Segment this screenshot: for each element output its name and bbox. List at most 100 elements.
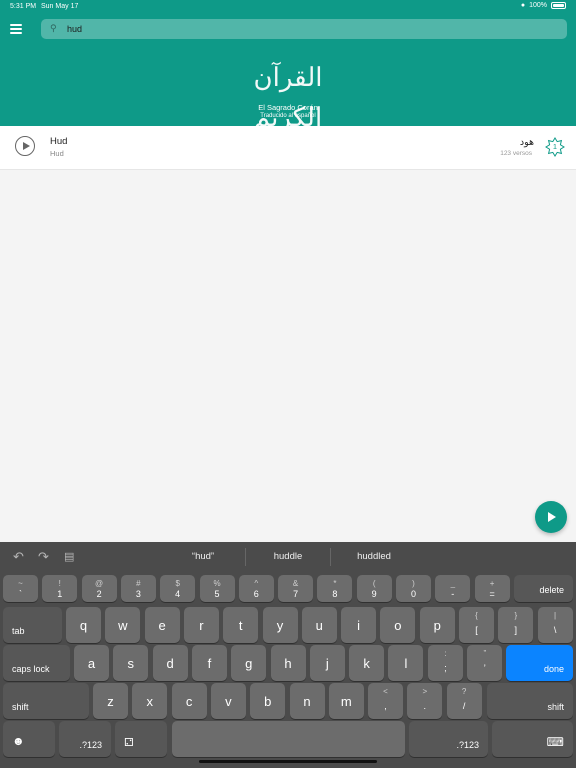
key-n[interactable]: n [289, 683, 325, 719]
key-t[interactable]: t [223, 607, 259, 643]
delete-key[interactable]: delete [514, 575, 573, 602]
key-a[interactable]: a [74, 645, 109, 681]
key-c[interactable]: c [171, 683, 207, 719]
key-1[interactable]: ! 1 [42, 575, 78, 602]
sura-number-badge: 1 [545, 137, 565, 157]
key-char: - [451, 589, 455, 599]
key-char: 8 [332, 589, 338, 599]
key-bracket-0[interactable]: {[ [459, 607, 494, 643]
key-7[interactable]: & 7 [278, 575, 314, 602]
key-letter: g [245, 656, 253, 671]
key-o[interactable]: o [380, 607, 416, 643]
key-g[interactable]: g [231, 645, 267, 681]
key-char: 5 [214, 589, 220, 599]
space-bar[interactable] [172, 721, 405, 757]
dictation-key[interactable]: ⚁ [115, 721, 167, 757]
key-b[interactable]: b [250, 683, 286, 719]
key-l[interactable]: l [388, 645, 424, 681]
sura-number: 1 [552, 142, 558, 151]
key-h[interactable]: h [270, 645, 306, 681]
done-key[interactable]: done [506, 645, 573, 681]
keyboard-hide-icon: ⌨ [546, 735, 564, 749]
key-bracket-1[interactable]: }] [498, 607, 534, 643]
key-j[interactable]: j [309, 645, 345, 681]
key-x[interactable]: x [132, 683, 168, 719]
key-8[interactable]: * 8 [317, 575, 353, 602]
microphone-icon: ⚁ [124, 737, 134, 749]
key-shift-char: } [514, 611, 518, 620]
numbers-key-right[interactable]: .?123 [409, 721, 488, 757]
key-shift-char: > [422, 687, 428, 696]
key-letter: e [158, 618, 166, 633]
sura-name[interactable]: Hud [50, 136, 67, 147]
key-2[interactable]: @2 [81, 575, 117, 602]
shift-left-key[interactable]: shift [3, 683, 89, 719]
app-header: 5:31 PM Sun May 17 ● 100% ⚲ القرآن الكري… [0, 0, 576, 133]
key-5[interactable]: % 5 [199, 575, 235, 602]
key-f[interactable]: f [191, 645, 227, 681]
key-punct-1[interactable]: ”’ [467, 645, 503, 681]
key-9[interactable]: (9 [356, 575, 392, 602]
key-punct2-2[interactable]: ? / [446, 683, 482, 719]
key-v[interactable]: v [210, 683, 246, 719]
key-letter: p [433, 618, 441, 633]
key-3[interactable]: #3 [120, 575, 156, 602]
key-10[interactable]: ) 0 [396, 575, 431, 602]
redo-icon[interactable]: ↷ [38, 549, 49, 565]
key-w[interactable]: w [105, 607, 141, 643]
key-d[interactable]: d [152, 645, 188, 681]
key-char: 6 [253, 589, 259, 599]
battery-icon [551, 2, 566, 9]
key-shift-char: ! [58, 579, 61, 588]
key-letter: s [127, 656, 135, 671]
key-r[interactable]: r [183, 607, 219, 643]
key-e[interactable]: e [144, 607, 180, 643]
key-bracket-2[interactable]: | \ [537, 607, 573, 643]
suggestion-3[interactable]: huddled [332, 551, 416, 562]
key-0[interactable]: ~ ` [3, 575, 38, 602]
key-i[interactable]: i [341, 607, 377, 643]
hamburger-menu-icon[interactable] [10, 24, 22, 34]
key-z[interactable]: z [93, 683, 128, 719]
key-6[interactable]: ^ 6 [238, 575, 274, 602]
key-shift-char: { [475, 611, 478, 620]
undo-icon[interactable]: ↶ [13, 549, 24, 565]
key-q[interactable]: q [66, 607, 101, 643]
emoji-key[interactable]: ☻ [3, 721, 55, 757]
key-4[interactable]: $4 [160, 575, 196, 602]
key-shift-char: # [136, 579, 141, 588]
key-shift-char: * [333, 579, 337, 588]
key-char: 0 [410, 589, 416, 599]
key-char: / [462, 701, 466, 711]
key-char: = [489, 589, 495, 599]
suggestion-2[interactable]: huddle [246, 551, 330, 562]
numbers-key-left[interactable]: .?123 [59, 721, 111, 757]
key-punct-0[interactable]: :; [428, 645, 463, 681]
tab-key[interactable]: tab [3, 607, 62, 643]
suggestion-1[interactable]: “hud” [161, 551, 245, 562]
search-bar[interactable]: ⚲ [41, 19, 567, 39]
key-y[interactable]: y [262, 607, 298, 643]
shift-right-key[interactable]: shift [487, 683, 573, 719]
hide-keyboard-key[interactable]: ⌨ [492, 721, 573, 757]
keyboard-toolbar: ↶ ↷ ▤ “hud” huddle huddled [0, 542, 576, 572]
key-punct2-1[interactable]: >. [407, 683, 443, 719]
search-input[interactable] [67, 22, 547, 36]
key-s[interactable]: s [113, 645, 149, 681]
key-u[interactable]: u [301, 607, 337, 643]
key-p[interactable]: p [419, 607, 455, 643]
done-label: done [543, 664, 564, 674]
key-punct2-0[interactable]: <, [368, 683, 403, 719]
play-fab-button[interactable] [535, 501, 567, 533]
caps-lock-key[interactable]: caps lock [3, 645, 70, 681]
key-11[interactable]: _ - [435, 575, 471, 602]
key-m[interactable]: m [328, 683, 364, 719]
app-title: El Sagrado Corán [258, 103, 318, 112]
key-k[interactable]: k [349, 645, 385, 681]
play-icon[interactable] [15, 136, 35, 156]
key-char: \ [553, 625, 557, 635]
key-shift-char: | [554, 611, 557, 620]
paste-icon[interactable]: ▤ [64, 550, 74, 563]
key-char: 1 [57, 589, 63, 599]
key-12[interactable]: + = [474, 575, 510, 602]
